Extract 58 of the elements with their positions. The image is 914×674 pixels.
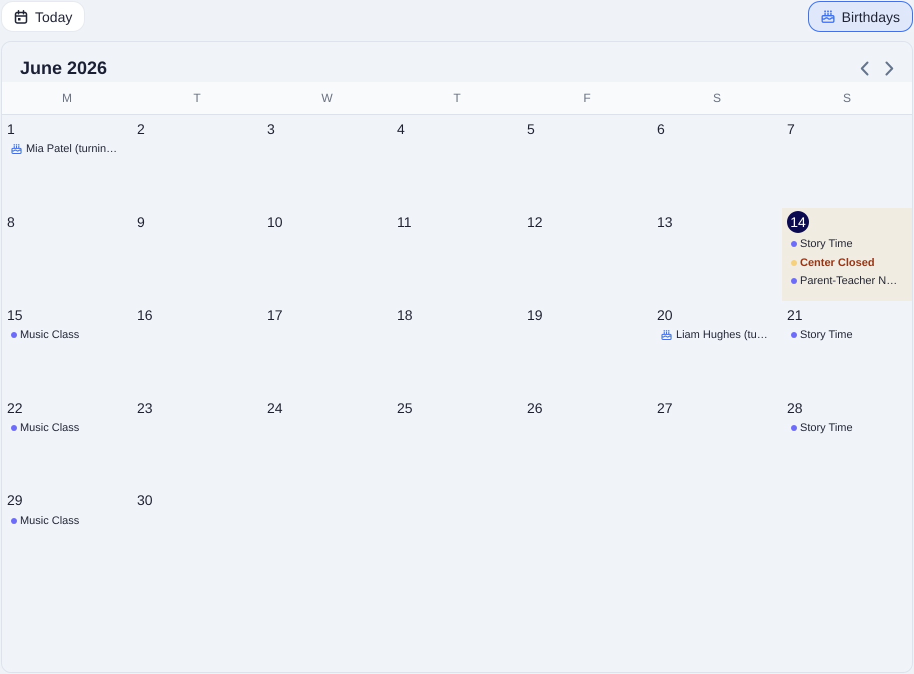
day-number: 30: [137, 492, 153, 508]
weekday-label: W: [321, 91, 333, 105]
previous-month-button[interactable]: [860, 60, 869, 76]
day-number: 24: [267, 400, 283, 416]
today-button[interactable]: Today: [1, 1, 86, 32]
day-number: 14: [787, 210, 809, 233]
birthdays-toggle[interactable]: Birthdays: [808, 1, 913, 32]
day-number: 10: [267, 214, 283, 230]
event-title[interactable]: Music Class: [20, 422, 80, 434]
day-number: 27: [657, 400, 673, 416]
day-number: 13: [657, 214, 673, 230]
weekday-label: S: [712, 91, 721, 105]
event-title[interactable]: Parent-Teacher N…: [800, 275, 898, 288]
day-number: 5: [527, 121, 535, 137]
day-number: 15: [7, 306, 23, 323]
weekday-label: F: [583, 91, 591, 105]
cake-icon: [661, 330, 672, 340]
day-number: 4: [397, 121, 405, 137]
cake-icon: [11, 144, 22, 154]
event-title[interactable]: Music Class: [20, 514, 80, 527]
day-number: 21: [787, 306, 803, 323]
day-number: 29: [7, 492, 23, 508]
day-number: 9: [137, 214, 145, 230]
weekday-label: T: [193, 91, 201, 105]
weekday-label: T: [453, 91, 461, 105]
event-title[interactable]: Story Time: [800, 422, 853, 434]
birthday-entry[interactable]: Mia Patel (turnin…: [26, 143, 118, 156]
day-number: 28: [787, 400, 803, 416]
chevron-left-icon: [860, 60, 869, 76]
day-number: 11: [397, 214, 412, 230]
calendar-icon: [14, 10, 28, 24]
day-number: 2: [137, 121, 145, 137]
chevron-right-icon: [885, 60, 894, 76]
day-number: 3: [267, 121, 275, 137]
next-month-button[interactable]: [885, 60, 894, 76]
birthday-entry[interactable]: Liam Hughes (tu…: [676, 328, 768, 341]
event-title[interactable]: Story Time: [800, 328, 853, 341]
weekday-label: S: [842, 91, 851, 105]
weekday-label: M: [62, 91, 72, 105]
day-number: 6: [657, 121, 665, 137]
event-title[interactable]: Center Closed: [800, 256, 875, 269]
month-title: June 2026: [20, 58, 108, 78]
day-number: 23: [137, 400, 153, 416]
day-number: 19: [527, 306, 543, 323]
day-number: 8: [7, 214, 15, 230]
cake-icon: [820, 10, 835, 23]
day-number: 16: [137, 306, 153, 323]
day-number: 7: [787, 121, 795, 137]
day-number: 25: [397, 400, 413, 416]
day-number: 18: [397, 306, 413, 323]
day-number: 17: [267, 306, 283, 323]
event-title[interactable]: Music Class: [20, 328, 80, 341]
day-number: 1: [7, 121, 15, 137]
day-number: 12: [527, 214, 543, 230]
day-number: 26: [527, 400, 543, 416]
day-number: 20: [657, 306, 673, 323]
event-title[interactable]: Story Time: [800, 238, 853, 250]
day-number: 22: [7, 400, 23, 416]
